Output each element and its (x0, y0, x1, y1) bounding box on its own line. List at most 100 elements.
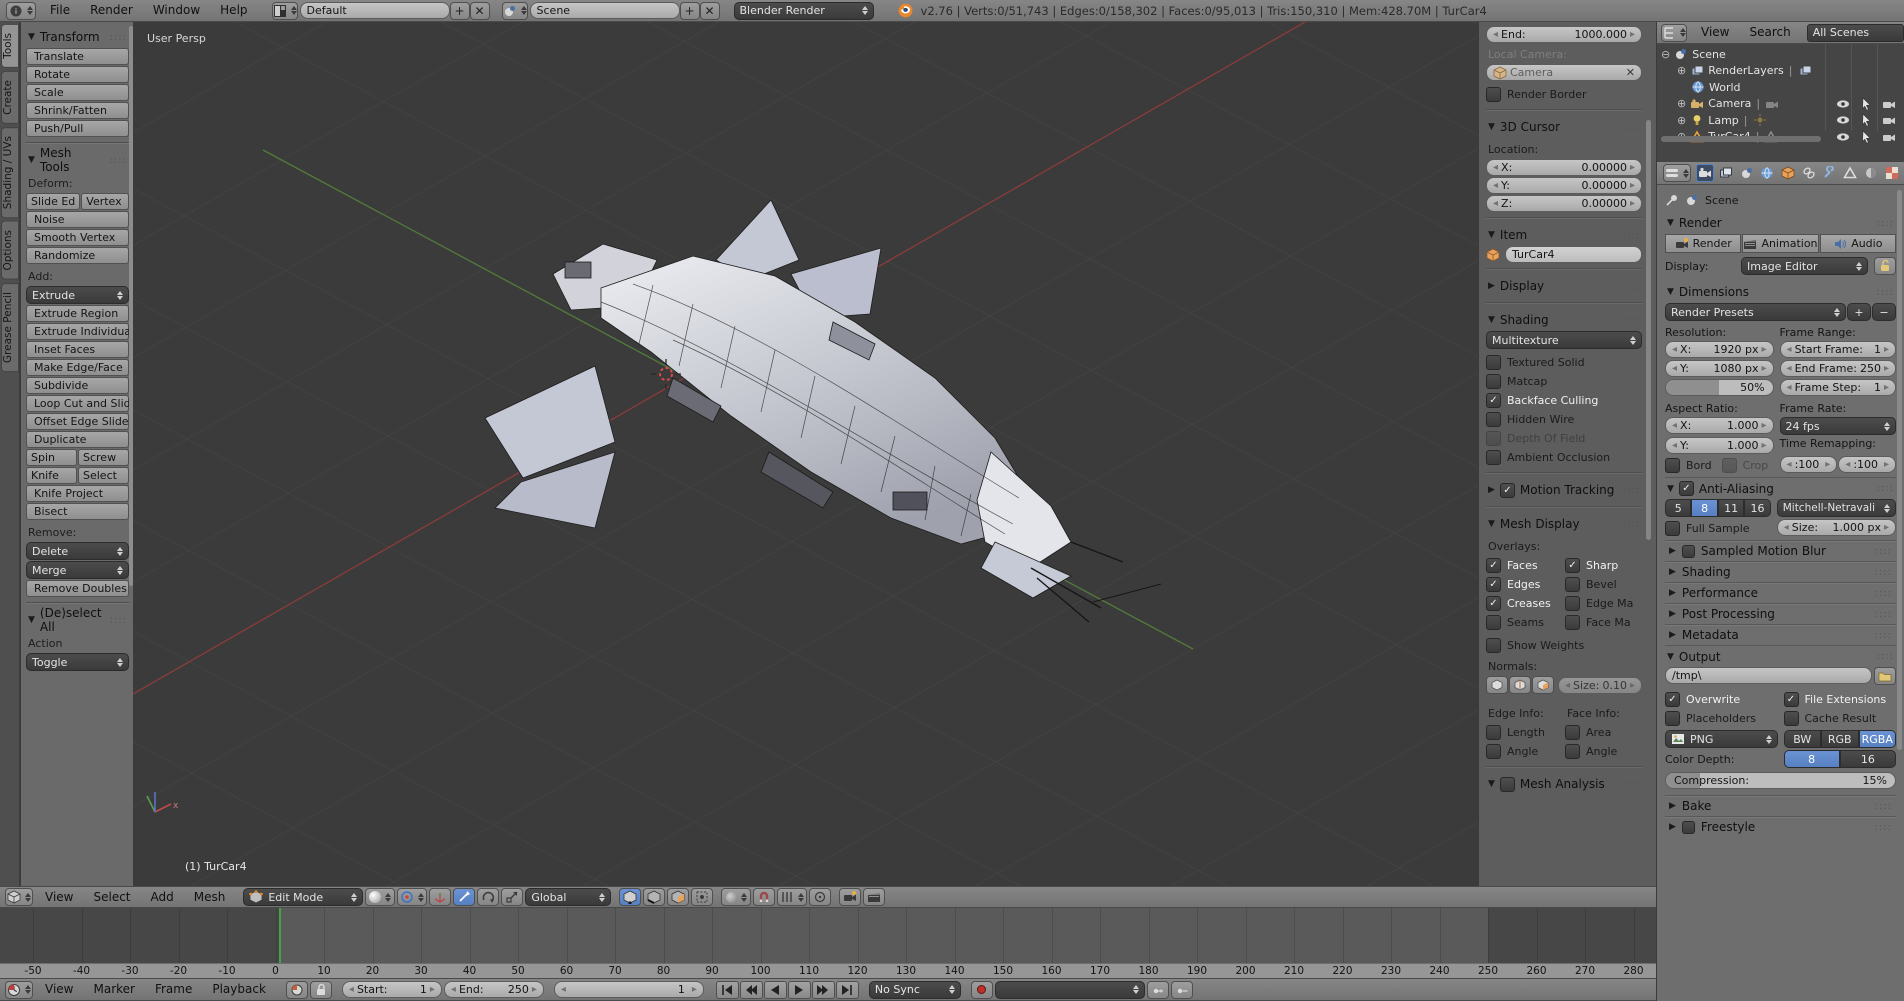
collapsed-panel-header[interactable]: Performance (1665, 582, 1896, 603)
selectability-arrow-icon[interactable] (1859, 113, 1873, 127)
shelf-tab-shading-uvs[interactable]: Shading / UVs (1, 126, 19, 218)
render-border-checkbox[interactable]: Render Border (1486, 85, 1642, 104)
panel-header-render[interactable]: ▼ Render:::: (1665, 212, 1896, 234)
show-weights-checkbox[interactable]: Show Weights (1486, 636, 1642, 655)
proportional-edit-menu[interactable] (721, 888, 752, 906)
renderability-camera-icon[interactable] (1882, 97, 1896, 111)
aa-filter-menu[interactable]: Mitchell-Netravali (1776, 499, 1896, 517)
opengl-render-animation-button[interactable] (863, 888, 886, 906)
mesh-analysis-checkbox[interactable] (1500, 777, 1515, 792)
slide-edge-button[interactable]: Slide Ed (26, 193, 81, 210)
screen-layout-icon[interactable] (271, 1, 298, 20)
output-path-field[interactable]: /tmp\ (1665, 667, 1872, 684)
scale-manipulator-button[interactable] (501, 888, 524, 906)
tab-constraints[interactable] (1799, 164, 1818, 182)
collapsed-panel-header[interactable]: Sampled Motion Blur (1665, 540, 1896, 561)
sample-count-button[interactable]: 16 (1744, 499, 1771, 517)
tab-texture[interactable] (1882, 164, 1901, 182)
channels-button[interactable]: RGBA (1858, 730, 1896, 748)
viewport-3d[interactable]: x User Persp (1) TurCar4 (133, 22, 1478, 886)
tab-scene[interactable] (1737, 164, 1756, 182)
delete-scene-button[interactable]: ✕ (699, 1, 720, 20)
panel-header-output[interactable]: ▼ Output:::: (1665, 645, 1896, 667)
outliner-row-lamp[interactable]: ⊕ Lamp | (1661, 112, 1904, 129)
breadcrumb[interactable]: Scene (1705, 194, 1739, 207)
face-normals-button[interactable] (1532, 676, 1554, 694)
knife-select-button[interactable]: Select (78, 467, 129, 484)
tool-button[interactable]: Shrink/Fatten (26, 102, 129, 119)
overlay-checkbox[interactable]: Faces (1486, 556, 1563, 575)
auto-keyframe-record-button[interactable] (970, 980, 993, 999)
screw-button[interactable]: Screw (78, 449, 129, 466)
remove-preset-button[interactable]: − (1872, 303, 1896, 321)
color-depth-button[interactable]: 16 (1839, 750, 1896, 768)
tool-button[interactable]: Noise (26, 211, 129, 228)
face-select-button[interactable] (667, 888, 690, 906)
channels-button[interactable]: BW (1783, 730, 1821, 748)
keying-set-field[interactable] (994, 980, 1145, 999)
tab-object[interactable] (1779, 164, 1798, 182)
editor-type-timeline-icon[interactable] (5, 980, 33, 999)
selectability-arrow-icon[interactable] (1859, 130, 1873, 144)
menu[interactable]: Search (1739, 22, 1800, 43)
vertex-select-button[interactable] (619, 888, 642, 906)
menu[interactable]: View (1691, 22, 1739, 43)
transform-orientation-menu[interactable]: Global (525, 888, 612, 906)
renderability-camera-icon[interactable] (1882, 113, 1896, 127)
delete-keyframe-icon[interactable] (1170, 980, 1193, 999)
rotate-manipulator-button[interactable] (477, 888, 500, 906)
panel-header-deselect-all[interactable]: ▼ (De)select All:::: (26, 606, 129, 634)
tool-button[interactable]: Bisect (26, 503, 129, 520)
menu[interactable]: Playback (202, 979, 276, 1000)
collapsed-panel-header[interactable]: Shading (1665, 561, 1896, 582)
aspect-y-field[interactable]: ◂ Y: 1.000 ▸ (1665, 437, 1774, 454)
panel-header-motion-tracking[interactable]: ▶ Motion Tracking:::: (1486, 479, 1642, 501)
layout-name-field[interactable]: Default (299, 2, 450, 19)
lock-time-icon[interactable] (309, 980, 332, 999)
menu[interactable]: Window (143, 0, 210, 21)
collapsed-panel-header[interactable]: Bake (1665, 795, 1896, 816)
tool-button[interactable]: Smooth Vertex (26, 229, 129, 246)
tool-button[interactable]: Loop Cut and Slide (26, 395, 133, 412)
overlay-checkbox[interactable]: Seams (1486, 613, 1563, 632)
panel-header-3d-cursor[interactable]: ▼ 3D Cursor:::: (1486, 116, 1642, 138)
play-audio-button[interactable]: Audio (1819, 234, 1896, 253)
output-checkbox[interactable]: File Extensions (1784, 690, 1897, 709)
outliner-row-renderlayers[interactable]: ⊕ RenderLayers | (1661, 63, 1904, 80)
resolution-x-field[interactable]: ◂ X: 1920 px ▸ (1665, 341, 1774, 358)
render-display-menu[interactable]: Image Editor (1741, 257, 1868, 275)
delete-layout-button[interactable]: ✕ (469, 1, 490, 20)
panel-header-transform[interactable]: ▼ Transform:::: (26, 26, 129, 48)
menu[interactable]: Marker (83, 979, 144, 1000)
tab-world[interactable] (1758, 164, 1777, 182)
shading-checkbox[interactable]: Ambient Occlusion (1486, 448, 1642, 467)
increment-arrow-icon[interactable]: ▸ (1630, 29, 1635, 40)
limit-selection-visible-button[interactable] (691, 888, 714, 906)
shelf-tab-create[interactable]: Create (1, 70, 19, 124)
clip-end-field[interactable]: ◂ End: 1000.000 ▸ (1486, 26, 1642, 43)
deselect-action-menu[interactable]: Toggle (26, 653, 129, 671)
cursor-z-field[interactable]: ◂ Z: 0.00000 ▸ (1486, 195, 1642, 212)
tab-render-layers[interactable] (1716, 164, 1735, 182)
panel-header-mesh-display[interactable]: ▼ Mesh Display:::: (1486, 513, 1642, 535)
panel-header-anti-aliasing[interactable]: ▼ Anti-Aliasing:::: (1665, 477, 1896, 499)
edge-select-button[interactable] (643, 888, 666, 906)
tool-button[interactable]: Rotate (26, 66, 129, 83)
properties-scrollbar[interactable] (1897, 190, 1902, 750)
play-button[interactable] (787, 980, 811, 999)
editor-type-info-icon[interactable]: i (6, 1, 36, 20)
render-presets-menu[interactable]: Render Presets (1665, 303, 1846, 321)
render-engine-select[interactable]: Blender Render (733, 1, 874, 20)
clear-icon[interactable]: ✕ (1626, 66, 1635, 79)
tool-button[interactable]: Translate (26, 48, 129, 65)
knife-button[interactable]: Knife (26, 467, 77, 484)
timeline-ruler[interactable]: -50 -40 -30 -20 -10 0 10 20 30 40 50 60 70 80 90 100 110… (0, 963, 1656, 978)
tool-button[interactable]: Subdivide (26, 377, 129, 394)
overlay-checkbox[interactable]: Edge Ma (1565, 594, 1642, 613)
shading-checkbox[interactable]: Hidden Wire (1486, 410, 1642, 429)
opengl-render-button[interactable] (839, 888, 862, 906)
add-preset-button[interactable]: + (1847, 303, 1871, 321)
sample-count-button[interactable]: 5 (1665, 499, 1692, 517)
border-checkbox[interactable]: Bord (1665, 456, 1712, 475)
file-format-menu[interactable]: PNG (1665, 730, 1778, 748)
